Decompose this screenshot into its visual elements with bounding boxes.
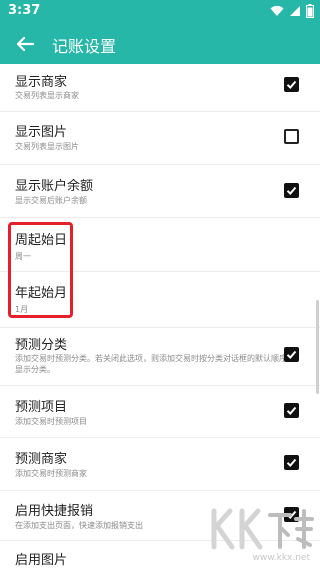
watermark-site: www.kkx.net [252,553,311,563]
page-title: 记账设置 [52,37,117,56]
check-icon [286,458,297,467]
setting-predict-category[interactable]: 预测分类 添加交易时预测分类。若关闭此选项，则添加交易时按分类对话框的默认顺序显… [0,328,320,386]
status-icons [270,4,314,18]
setting-value: 1月 [15,305,29,314]
kkx-logo [211,508,314,550]
setting-title: 显示商家 [15,75,68,90]
status-time: 3:37 [8,3,41,18]
setting-week-start-day[interactable]: 周起始日 周一 [0,218,320,272]
setting-title: 周起始日 [15,233,68,248]
checkbox-checked[interactable] [284,403,299,418]
watermark-logo: www.kkx.net [204,505,316,565]
check-icon [286,80,297,89]
setting-title: 启用快捷报销 [15,504,94,519]
wifi-icon [270,5,284,16]
setting-title: 年起始月 [15,286,68,301]
setting-predict-project[interactable]: 预测项目 添加交易时预测项目 [0,386,320,438]
check-icon [286,406,297,415]
setting-title: 预测商家 [15,452,68,467]
setting-title: 预测项目 [15,400,68,415]
setting-subtitle: 在添加支出页面，快速添加报销支出 [15,521,143,530]
setting-show-image[interactable]: 显示图片 交易列表显示图片 [0,112,320,165]
setting-value: 周一 [15,252,31,261]
setting-show-account-balance[interactable]: 显示账户余额 显示交易后账户余额 [0,165,320,218]
setting-title: 启用图片 [15,553,68,568]
setting-subtitle: 交易列表显示商家 [15,91,79,100]
status-bar: 3:37 [0,0,320,24]
setting-title: 预测分类 [15,338,68,353]
checkbox-checked[interactable] [284,455,299,470]
checkbox-unchecked[interactable] [284,129,299,144]
setting-subtitle: 交易列表显示图片 [15,142,79,151]
setting-subtitle: 添加交易时预测项目 [15,417,87,426]
checkbox-checked[interactable] [284,77,299,92]
scrollbar[interactable] [316,300,319,394]
battery-icon [306,4,314,18]
setting-show-merchant[interactable]: 显示商家 交易列表显示商家 [0,64,320,112]
setting-year-start-month[interactable]: 年起始月 1月 [0,272,320,328]
setting-subtitle: 添加交易时预测分类。若关闭此选项，则添加交易时按分类对话框的默认顺序显示分类。 [15,354,287,374]
arrow-left-icon[interactable] [14,33,36,55]
check-icon [286,186,297,195]
settings-list: 显示商家 交易列表显示商家 显示图片 交易列表显示图片 显示账户余额 显示交易后… [0,64,320,569]
checkbox-checked[interactable] [284,347,299,362]
setting-predict-merchant[interactable]: 预测商家 添加交易时预测商家 [0,438,320,491]
setting-subtitle: 显示交易后账户余额 [15,196,87,205]
setting-title: 显示账户余额 [15,179,94,194]
signal-icon [290,6,300,16]
setting-subtitle: 添加交易时预测商家 [15,469,87,478]
checkbox-checked[interactable] [284,183,299,198]
check-icon [286,350,297,359]
setting-title: 显示图片 [15,125,68,140]
app-bar: 记账设置 [0,24,320,64]
